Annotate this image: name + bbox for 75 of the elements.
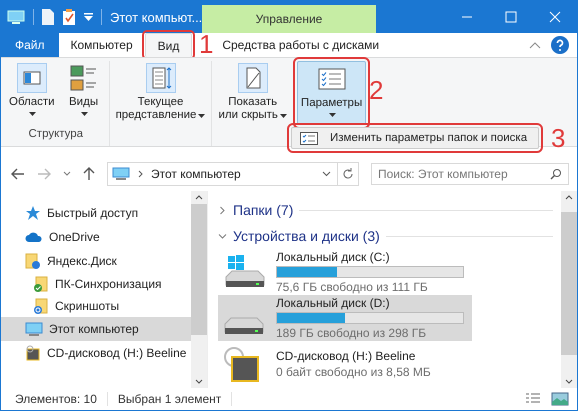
ribbon-button[interactable]: Области [6, 61, 58, 125]
folder-icon [25, 253, 41, 269]
ribbon-button[interactable]: Показать или скрыть [215, 61, 290, 125]
chevron-right-icon [138, 170, 143, 178]
up-arrow-icon[interactable] [83, 167, 95, 181]
back-arrow-icon[interactable] [11, 168, 25, 180]
step-number: 2 [369, 77, 384, 103]
chevron-icon[interactable] [218, 232, 227, 240]
star-icon [25, 205, 41, 221]
chevron-down-icon[interactable] [63, 171, 71, 177]
ribbon-tab[interactable]: Вид [144, 33, 192, 57]
syncing-folder-icon [33, 298, 49, 314]
caret-icon [280, 114, 287, 118]
close-icon[interactable] [549, 11, 561, 23]
nav-item[interactable]: ПК-Синхронизация [1, 273, 191, 295]
step-number: 1 [199, 31, 214, 57]
group-label: Структура [28, 128, 84, 140]
computer-icon [112, 167, 130, 181]
status-text: Выбран 1 элемент [118, 392, 222, 406]
maximize-icon[interactable] [505, 11, 517, 23]
nav-item[interactable]: Скриншоты [1, 295, 191, 317]
chevron-icon[interactable] [218, 206, 227, 214]
step-number: 3 [551, 125, 566, 151]
nav-item[interactable]: Яндекс.Диск [1, 249, 191, 273]
document-icon[interactable] [42, 9, 54, 25]
drive-item[interactable]: CD-дисковод (H:) Beeline 0 байт свободно из 8,58 МБ [218, 341, 472, 387]
search-icon [550, 168, 562, 180]
help-icon[interactable] [551, 36, 569, 54]
panes-icon [16, 63, 47, 93]
computer-icon [7, 10, 25, 24]
chevron-up-icon[interactable] [195, 195, 203, 200]
search-field[interactable]: Поиск: Этот компьютер [371, 163, 569, 185]
chevron-up-icon[interactable] [565, 195, 573, 200]
scrollbar[interactable] [191, 191, 207, 388]
chevron-down-icon[interactable] [565, 379, 573, 384]
caret-icon [29, 112, 36, 116]
collapse-ribbon-icon[interactable] [529, 41, 541, 49]
cd-drive-icon [25, 345, 41, 361]
scrollbar-thumb[interactable] [561, 212, 577, 355]
window-title: Этот компьют... [110, 10, 202, 24]
page-icon [238, 63, 268, 93]
dropdown-icon[interactable] [84, 13, 93, 21]
synced-folder-icon [33, 276, 49, 292]
hard-drive-icon [224, 317, 264, 335]
large-icons-view-icon[interactable] [551, 392, 569, 406]
caret-icon [81, 112, 88, 116]
scrollbar-thumb[interactable] [191, 204, 207, 335]
nav-item[interactable]: OneDrive [1, 225, 191, 249]
refresh-icon [342, 168, 354, 180]
ribbon-button[interactable]: Виды [62, 61, 106, 125]
drive-item[interactable]: Локальный диск (C:) 75,6 ГБ свободно из 111 ГБ [218, 249, 472, 295]
nav-item[interactable]: Этот компьютер [1, 317, 191, 341]
views-icon [68, 63, 99, 93]
group-header[interactable]: Папки (7) [233, 202, 294, 218]
checked-document-icon[interactable] [62, 9, 76, 25]
group-header[interactable]: Устройства и диски (3) [233, 228, 380, 244]
nav-item[interactable]: CD-дисковод (H:) Beeline [1, 341, 191, 365]
context-tab-header: Управление [202, 5, 376, 33]
caret-icon [329, 113, 336, 117]
chevron-down-icon [322, 171, 331, 177]
scrollbar[interactable] [561, 191, 577, 388]
address-field[interactable]: Этот компьютер [107, 162, 338, 186]
status-text: Элементов: 10 [15, 392, 97, 406]
ribbon-tab[interactable]: Файл [1, 33, 59, 57]
refresh-button[interactable] [337, 162, 359, 186]
chevron-down-icon[interactable] [195, 379, 203, 384]
ribbon-button[interactable]: Текущее представление [112, 61, 208, 125]
cloud-icon [25, 231, 43, 243]
ribbon-tab[interactable]: Компьютер [58, 33, 145, 57]
computer-icon [25, 322, 43, 336]
checklist-icon [300, 132, 318, 144]
list-icon [146, 63, 176, 93]
caret-icon [198, 114, 206, 118]
nav-item[interactable]: Быстрый доступ [1, 201, 191, 225]
drive-item[interactable]: Локальный диск (D:) 189 ГБ свободно из 298 ГБ [218, 295, 472, 341]
